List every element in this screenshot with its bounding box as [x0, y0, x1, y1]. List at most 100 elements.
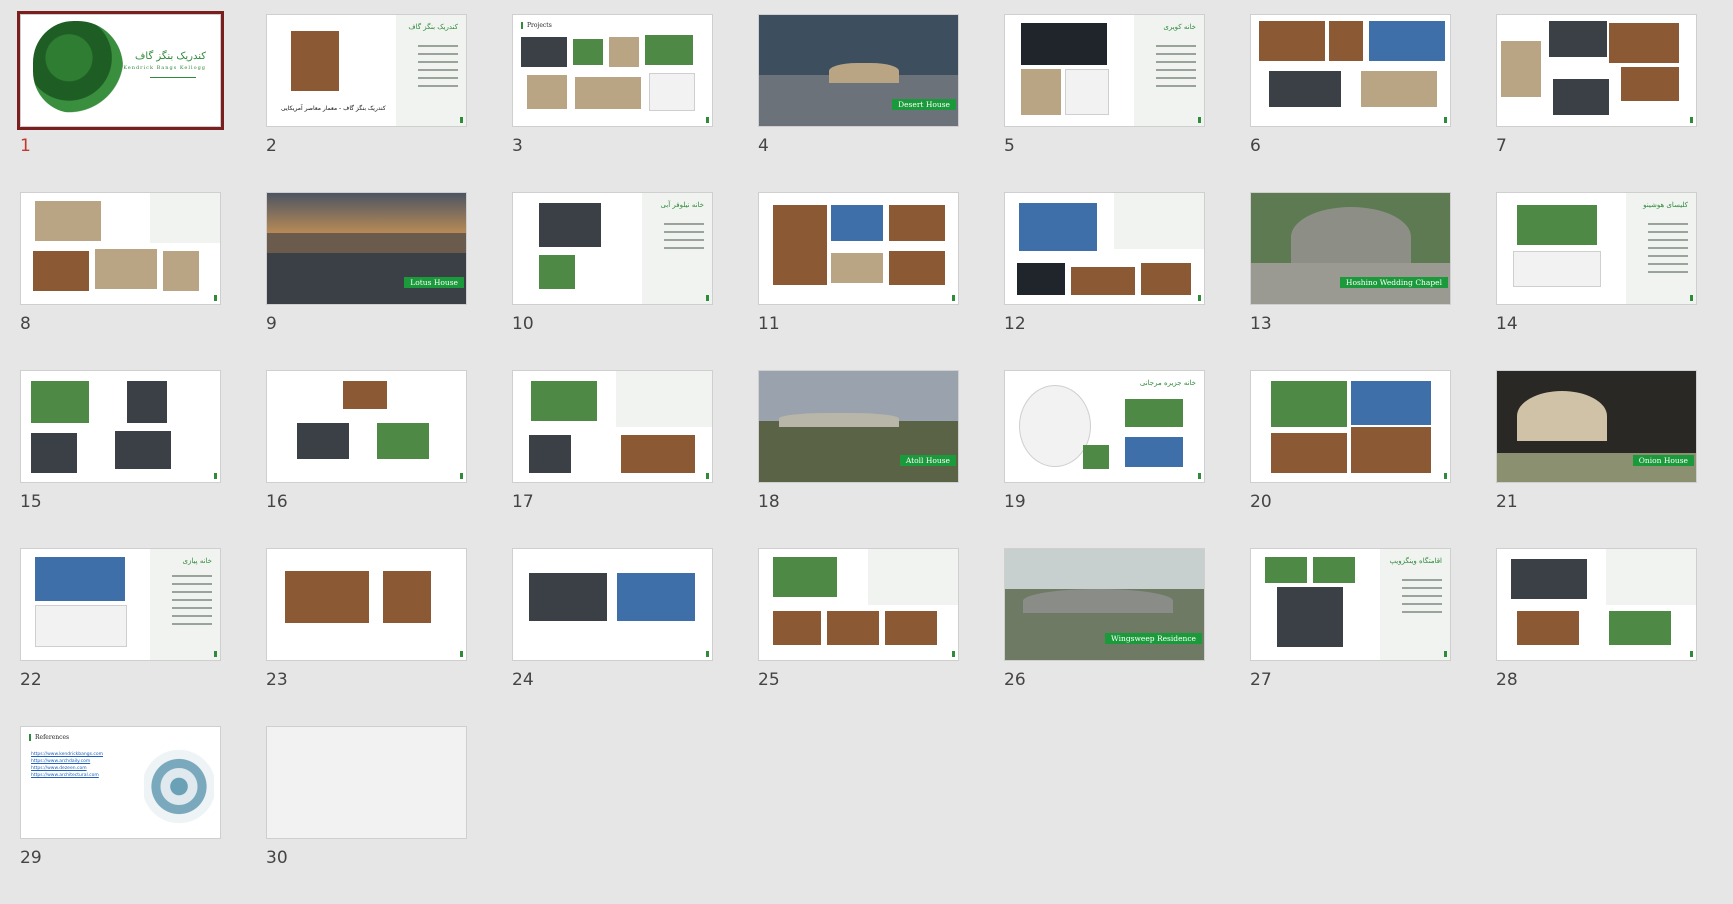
slide-number: 8	[20, 314, 31, 334]
slide-number: 21	[1496, 492, 1518, 512]
slide-number: 1	[20, 136, 31, 156]
slide-thumbnail-13[interactable]: Hoshino Wedding Chapel 13	[1250, 192, 1451, 370]
slide-preview: Wingsweep Residence	[1004, 548, 1205, 661]
slide-thumbnail-3[interactable]: Projects 3	[512, 14, 713, 192]
slide-title: References	[29, 734, 69, 741]
slide-title: Projects	[521, 22, 552, 29]
slide-number: 22	[20, 670, 42, 690]
slide-thumbnail-4[interactable]: Desert House 4	[758, 14, 959, 192]
slide-preview	[1496, 548, 1697, 661]
slide-thumbnail-10[interactable]: خانه نیلوفر آبی 10	[512, 192, 713, 370]
slide-preview: Onion House	[1496, 370, 1697, 483]
slide-subtitle: Kendrick Bangs Kellogg	[123, 65, 206, 71]
text-panel	[1114, 193, 1204, 249]
slide-thumbnail-2[interactable]: کندریک بنگز گاف کندریک بنگز گاف - معمار …	[266, 14, 467, 192]
slide-preview: Desert House	[758, 14, 959, 127]
text-panel	[150, 193, 220, 243]
slide-thumbnail-20[interactable]: 20	[1250, 370, 1451, 548]
slide-thumbnail-22[interactable]: خانه پیازی 22	[20, 548, 221, 726]
slide-title: خانه نیلوفر آبی	[660, 201, 704, 209]
section-badge: Wingsweep Residence	[1105, 633, 1202, 644]
slide-preview: خانه پیازی	[20, 548, 221, 661]
reference-link[interactable]: https://www.dezeen.com	[31, 765, 103, 772]
slide-thumbnail-12[interactable]: 12	[1004, 192, 1205, 370]
slide-thumbnail-23[interactable]: 23	[266, 548, 467, 726]
slide-number: 15	[20, 492, 42, 512]
slide-preview	[758, 192, 959, 305]
slide-number: 13	[1250, 314, 1272, 334]
slide-preview: Lotus House	[266, 192, 467, 305]
slide-number: 12	[1004, 314, 1026, 334]
slide-thumbnail-18[interactable]: Atoll House 18	[758, 370, 959, 548]
slide-sorter-grid: کندریک بنگز گاف Kendrick Bangs Kellogg 1…	[17, 11, 1697, 904]
slide-title: خانه جزیره مرجانی	[1139, 379, 1196, 387]
slide-number: 20	[1250, 492, 1272, 512]
slide-title: کلیسای هوشینو	[1643, 201, 1688, 209]
slide-thumbnail-9[interactable]: Lotus House 9	[266, 192, 467, 370]
slide-thumbnail-19[interactable]: خانه جزیره مرجانی 19	[1004, 370, 1205, 548]
slide-thumbnail-6[interactable]: 6	[1250, 14, 1451, 192]
slide-thumbnail-14[interactable]: کلیسای هوشینو 14	[1496, 192, 1697, 370]
slide-preview	[1250, 370, 1451, 483]
section-badge: Desert House	[892, 99, 956, 110]
reference-link[interactable]: https://www.kendrickbangs.com	[31, 751, 103, 758]
slide-number: 4	[758, 136, 769, 156]
slide-preview	[512, 370, 713, 483]
slide-title: خانه پیازی	[182, 557, 212, 565]
reference-link[interactable]: https://www.architectural.com	[31, 772, 103, 779]
slide-preview: Atoll House	[758, 370, 959, 483]
slide-caption: کندریک بنگز گاف - معمار معاصر آمریکایی	[281, 105, 386, 112]
text-panel	[1606, 549, 1696, 605]
slide-thumbnail-16[interactable]: 16	[266, 370, 467, 548]
slide-preview: کندریک بنگز گاف Kendrick Bangs Kellogg	[17, 11, 224, 130]
reference-link[interactable]: https://www.archdaily.com	[31, 758, 103, 765]
slide-preview	[20, 192, 221, 305]
slide-preview	[266, 726, 467, 839]
slide-thumbnail-8[interactable]: 8	[20, 192, 221, 370]
slide-thumbnail-25[interactable]: 25	[758, 548, 959, 726]
slide-preview: کلیسای هوشینو	[1496, 192, 1697, 305]
spiral-graphic-icon	[144, 737, 214, 827]
slide-thumbnail-27[interactable]: اقامتگاه وینگزویپ 27	[1250, 548, 1451, 726]
text-panel	[868, 549, 958, 605]
slide-title: کندریک بنگز گاف	[135, 51, 206, 62]
slide-thumbnail-28[interactable]: 28	[1496, 548, 1697, 726]
slide-number: 3	[512, 136, 523, 156]
slide-thumbnail-5[interactable]: خانه کویری 5	[1004, 14, 1205, 192]
slide-title: خانه کویری	[1163, 23, 1196, 31]
slide-number: 24	[512, 670, 534, 690]
slide-thumbnail-24[interactable]: 24	[512, 548, 713, 726]
slide-number: 9	[266, 314, 277, 334]
slide-preview: خانه کویری	[1004, 14, 1205, 127]
slide-preview	[20, 370, 221, 483]
slide-preview	[512, 548, 713, 661]
slide-title: کندریک بنگز گاف	[408, 23, 458, 31]
slide-preview	[266, 370, 467, 483]
slide-preview	[266, 548, 467, 661]
slide-thumbnail-15[interactable]: 15	[20, 370, 221, 548]
text-panel	[150, 549, 220, 660]
slide-thumbnail-7[interactable]: 7	[1496, 14, 1697, 192]
slide-number: 23	[266, 670, 288, 690]
slide-number: 14	[1496, 314, 1518, 334]
slide-thumbnail-1[interactable]: کندریک بنگز گاف Kendrick Bangs Kellogg 1	[17, 11, 224, 192]
slide-preview: Hoshino Wedding Chapel	[1250, 192, 1451, 305]
slide-thumbnail-11[interactable]: 11	[758, 192, 959, 370]
reference-links: https://www.kendrickbangs.com https://ww…	[31, 751, 103, 779]
slide-number: 17	[512, 492, 534, 512]
slide-preview: References https://www.kendrickbangs.com…	[20, 726, 221, 839]
slide-preview	[758, 548, 959, 661]
section-badge: Onion House	[1632, 455, 1694, 466]
slide-preview	[1250, 14, 1451, 127]
slide-thumbnail-21[interactable]: Onion House 21	[1496, 370, 1697, 548]
slide-thumbnail-17[interactable]: 17	[512, 370, 713, 548]
slide-preview	[1004, 192, 1205, 305]
slide-number: 29	[20, 848, 42, 868]
slide-preview: کندریک بنگز گاف کندریک بنگز گاف - معمار …	[266, 14, 467, 127]
section-badge: Hoshino Wedding Chapel	[1339, 277, 1448, 288]
tree-graphic-icon	[33, 21, 123, 113]
slide-thumbnail-30[interactable]: 30	[266, 726, 467, 904]
slide-number: 26	[1004, 670, 1026, 690]
slide-thumbnail-26[interactable]: Wingsweep Residence 26	[1004, 548, 1205, 726]
slide-thumbnail-29[interactable]: References https://www.kendrickbangs.com…	[20, 726, 221, 904]
